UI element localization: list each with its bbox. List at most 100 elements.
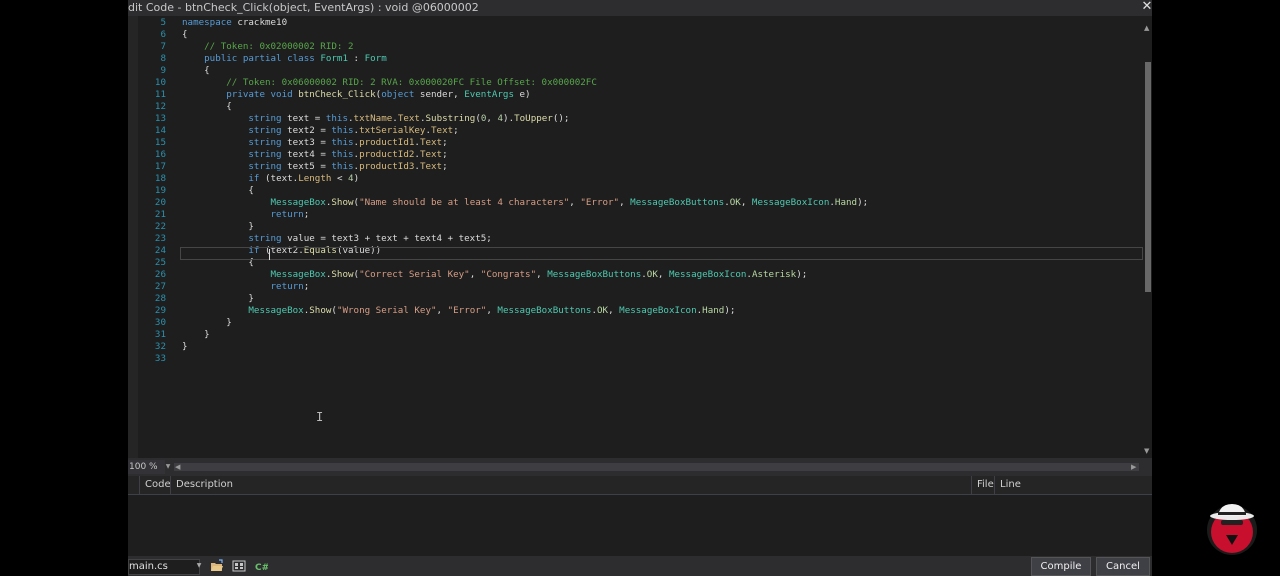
code-line[interactable]: 22 } <box>128 221 1143 233</box>
folder-open-icon[interactable] <box>210 559 224 573</box>
file-select[interactable]: main.cs <box>128 559 200 575</box>
column-header-file[interactable]: File <box>971 476 994 494</box>
scroll-up-icon[interactable]: ▲ <box>1144 24 1149 32</box>
line-number: 29 <box>154 305 166 316</box>
chevron-down-icon[interactable]: ▼ <box>164 460 172 474</box>
vertical-scroll-thumb[interactable] <box>1145 62 1151 292</box>
scroll-left-icon[interactable]: ◀ <box>175 463 180 471</box>
line-number: 28 <box>154 293 166 304</box>
code-line[interactable]: 28 } <box>128 293 1143 305</box>
code-text[interactable]: if (text.Length < 4) <box>182 173 359 185</box>
code-line[interactable]: 12 { <box>128 101 1143 113</box>
code-text[interactable]: { <box>182 185 254 197</box>
code-line[interactable]: 11 private void btnCheck_Click(object se… <box>128 89 1143 101</box>
code-text[interactable]: string text = this.txtName.Text.Substrin… <box>182 113 569 125</box>
line-number: 6 <box>160 29 166 40</box>
code-text[interactable]: } <box>182 341 188 353</box>
code-text[interactable]: } <box>182 221 254 233</box>
line-number: 8 <box>160 53 166 64</box>
chevron-down-icon[interactable]: ▼ <box>194 559 204 573</box>
code-text[interactable]: MessageBox.Show("Name should be at least… <box>182 197 869 209</box>
code-text[interactable]: return; <box>182 281 310 293</box>
code-line[interactable]: 17 string text5 = this.productId3.Text; <box>128 161 1143 173</box>
window-title: dit Code - btnCheck_Click(object, EventA… <box>128 1 479 14</box>
line-number: 13 <box>154 113 166 124</box>
code-editor[interactable]: 5 namespace crackme10 6{7 // Token: 0x0200… <box>128 16 1143 458</box>
code-line[interactable]: 19 { <box>128 185 1143 197</box>
code-line[interactable]: 32} <box>128 341 1143 353</box>
code-text[interactable]: } <box>182 293 254 305</box>
column-header-line[interactable]: Line <box>994 476 1021 494</box>
code-line[interactable]: 5 namespace crackme10 <box>128 17 1143 29</box>
code-line[interactable]: 6{ <box>128 29 1143 41</box>
code-line[interactable]: 15 string text3 = this.productId1.Text; <box>128 137 1143 149</box>
line-number: 18 <box>154 173 166 184</box>
code-text[interactable]: } <box>182 329 210 341</box>
code-text[interactable]: private void btnCheck_Click(object sende… <box>182 89 530 101</box>
code-line[interactable]: 23 string value = text3 + text + text4 +… <box>128 233 1143 245</box>
code-text[interactable]: { <box>182 101 232 113</box>
csharp-icon[interactable]: C# <box>254 559 268 573</box>
horizontal-scrollbar[interactable]: ◀ ▶ <box>174 463 1139 471</box>
code-text[interactable]: string value = text3 + text + text4 + te… <box>182 233 491 245</box>
line-number: 26 <box>154 269 166 280</box>
code-text[interactable]: // Token: 0x06000002 RID: 2 RVA: 0x00002… <box>182 77 597 89</box>
ibeam-cursor-icon: I <box>316 410 324 424</box>
scroll-right-icon[interactable]: ▶ <box>1131 463 1136 471</box>
code-text[interactable]: MessageBox.Show("Correct Serial Key", "C… <box>182 269 808 281</box>
hat-mascot-logo <box>1207 504 1257 555</box>
zoom-level-select[interactable]: 100 % <box>128 460 165 474</box>
bottom-toolbar: main.cs ▼ C# Compile Cancel <box>128 556 1152 576</box>
code-text[interactable]: string text4 = this.productId2.Text; <box>182 149 447 161</box>
line-number: 23 <box>154 233 166 244</box>
code-text[interactable]: // Token: 0x02000002 RID: 2 <box>182 41 353 53</box>
code-text[interactable]: public partial class Form1 : Form <box>182 53 387 65</box>
error-list-header: Code Description File Line <box>128 476 1152 495</box>
code-line[interactable]: 14 string text2 = this.txtSerialKey.Text… <box>128 125 1143 137</box>
code-line[interactable]: 31 } <box>128 329 1143 341</box>
assembly-refs-icon[interactable] <box>232 559 246 573</box>
code-line[interactable]: 30 } <box>128 317 1143 329</box>
code-line[interactable]: 8 public partial class Form1 : Form <box>128 53 1143 65</box>
code-line[interactable]: 20 MessageBox.Show("Name should be at le… <box>128 197 1143 209</box>
code-text[interactable]: return; <box>182 209 310 221</box>
code-line[interactable]: 13 string text = this.txtName.Text.Subst… <box>128 113 1143 125</box>
code-text[interactable]: string text2 = this.txtSerialKey.Text; <box>182 125 458 137</box>
code-text[interactable]: } <box>182 317 232 329</box>
code-text[interactable]: string text3 = this.productId1.Text; <box>182 137 447 149</box>
line-number: 21 <box>154 209 166 220</box>
text-caret <box>269 249 270 260</box>
code-line[interactable]: 9 { <box>128 65 1143 77</box>
vertical-scrollbar[interactable]: ▲ ▼ <box>1143 24 1152 458</box>
code-line[interactable]: 18 if (text.Length < 4) <box>128 173 1143 185</box>
code-line[interactable]: 10 // Token: 0x06000002 RID: 2 RVA: 0x00… <box>128 77 1143 89</box>
code-line[interactable]: 21 return; <box>128 209 1143 221</box>
line-number: 14 <box>154 125 166 136</box>
code-text[interactable]: MessageBox.Show("Wrong Serial Key", "Err… <box>182 305 735 317</box>
compile-button[interactable]: Compile <box>1031 557 1091 576</box>
code-text[interactable]: { <box>182 65 210 77</box>
column-header-code[interactable]: Code <box>139 476 171 494</box>
code-line[interactable]: 27 return; <box>128 281 1143 293</box>
error-list-body <box>128 495 1152 553</box>
line-number: 5 <box>160 17 166 28</box>
line-number: 33 <box>154 353 166 364</box>
close-icon[interactable]: ✕ <box>1141 0 1153 14</box>
scroll-down-icon[interactable]: ▼ <box>1144 447 1149 455</box>
line-number: 32 <box>154 341 166 352</box>
code-line[interactable]: 16 string text4 = this.productId2.Text; <box>128 149 1143 161</box>
code-text[interactable]: string text5 = this.productId3.Text; <box>182 161 447 173</box>
code-line[interactable]: 33 <box>128 353 1143 365</box>
code-line[interactable]: 26 MessageBox.Show("Correct Serial Key",… <box>128 269 1143 281</box>
column-header-description[interactable]: Description <box>170 476 233 494</box>
line-number: 7 <box>160 41 166 52</box>
code-line[interactable]: 29 MessageBox.Show("Wrong Serial Key", "… <box>128 305 1143 317</box>
line-number: 20 <box>154 197 166 208</box>
line-number: 31 <box>154 329 166 340</box>
line-number: 9 <box>160 65 166 76</box>
code-text[interactable]: namespace crackme10 <box>182 17 287 29</box>
code-line[interactable]: 7 // Token: 0x02000002 RID: 2 <box>128 41 1143 53</box>
code-text[interactable]: { <box>182 29 188 41</box>
cancel-button[interactable]: Cancel <box>1096 557 1150 576</box>
current-line-highlight <box>180 247 1143 260</box>
